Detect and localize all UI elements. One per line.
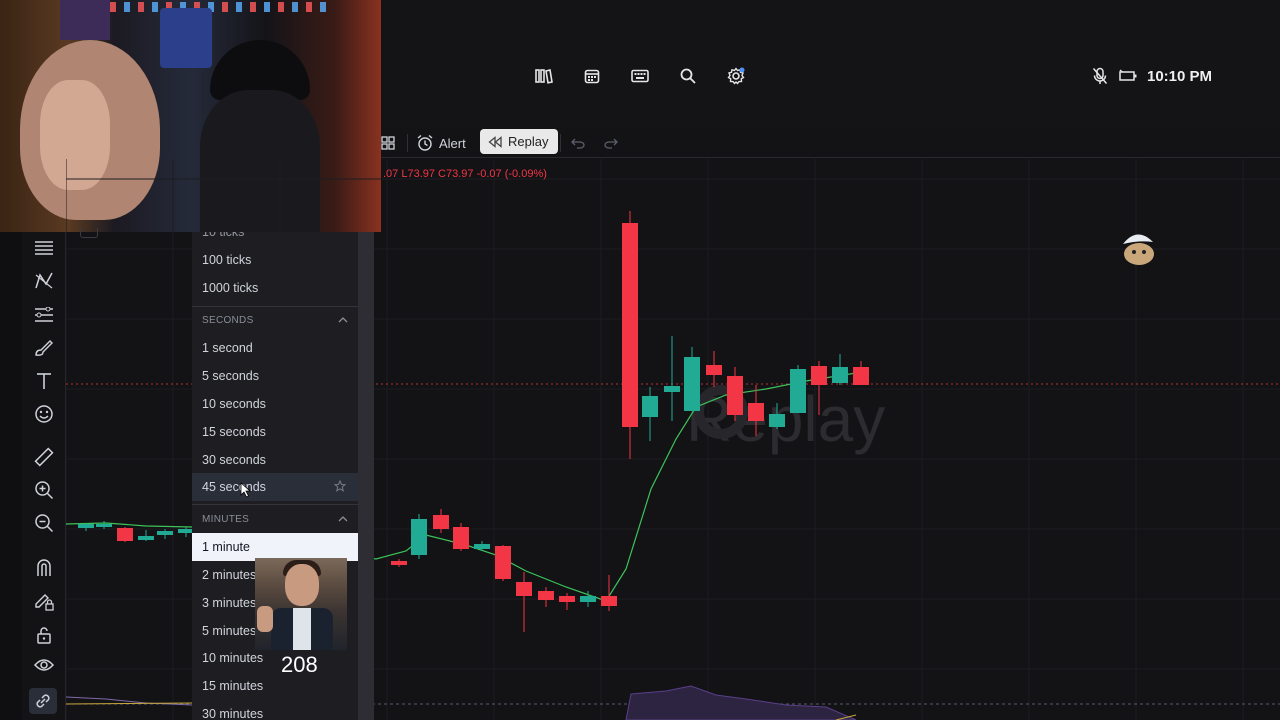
- candle-body: [559, 596, 575, 602]
- candle-body: [664, 386, 680, 392]
- candle-body: [96, 524, 112, 527]
- ruler-icon[interactable]: [31, 446, 57, 468]
- oscillator-area: [625, 685, 857, 720]
- zoom-out-icon[interactable]: [31, 512, 57, 534]
- interval-option-1-minute[interactable]: 1 minute: [192, 533, 358, 561]
- candle-body: [706, 365, 722, 375]
- interval-option-5-seconds[interactable]: 5 seconds: [192, 362, 358, 390]
- layout-grid-icon[interactable]: [381, 130, 395, 156]
- candle-body: [601, 596, 617, 606]
- candle-body: [811, 366, 827, 385]
- candle-body: [769, 414, 785, 427]
- link-icon[interactable]: [29, 688, 57, 714]
- interval-option-15-minutes[interactable]: 15 minutes: [192, 672, 358, 700]
- meme-overlay: [255, 558, 347, 650]
- candle-body: [538, 591, 554, 600]
- keyboard-icon[interactable]: [630, 66, 650, 86]
- alert-label: Alert: [439, 135, 466, 151]
- candle-body: [433, 515, 449, 529]
- candle-body: [495, 546, 511, 579]
- candle-body: [78, 524, 94, 528]
- mouse-cursor-icon: [240, 482, 252, 498]
- text-tool-icon[interactable]: [31, 370, 57, 392]
- candle-body: [684, 357, 700, 411]
- eye-icon[interactable]: [31, 654, 57, 676]
- settings-icon[interactable]: [726, 66, 746, 86]
- candle-body: [474, 544, 490, 549]
- dropdown-scrollbar[interactable]: [358, 232, 374, 720]
- search-icon[interactable]: [678, 66, 698, 86]
- sticker-icon: [1117, 230, 1157, 268]
- chevron-up-icon: [338, 514, 348, 525]
- interval-option-100-ticks[interactable]: 100 ticks: [192, 246, 358, 274]
- replay-label: Replay: [508, 134, 549, 149]
- mic-muted-icon[interactable]: [1090, 66, 1110, 86]
- library-icon[interactable]: [534, 66, 554, 86]
- candle-body: [727, 376, 743, 415]
- battery-icon: [1118, 66, 1138, 86]
- candle-body: [391, 561, 407, 565]
- star-icon[interactable]: [333, 479, 347, 495]
- system-clock: 10:10 PM: [1147, 68, 1213, 85]
- candle-body: [117, 528, 133, 541]
- interval-option-10-seconds[interactable]: 10 seconds: [192, 390, 358, 418]
- emoji-icon[interactable]: [31, 403, 57, 425]
- toolbar-corner-mark: [80, 228, 98, 238]
- alert-button[interactable]: Alert: [416, 130, 466, 156]
- rewind-icon: [488, 135, 502, 148]
- pencil-lock-icon[interactable]: [31, 590, 57, 612]
- replay-button[interactable]: Replay: [480, 129, 559, 154]
- lock-icon[interactable]: [31, 624, 57, 646]
- interval-option-45-seconds[interactable]: 45 seconds: [192, 473, 358, 501]
- seconds-section-header[interactable]: SECONDS: [192, 307, 358, 333]
- interval-option-1000-ticks[interactable]: 1000 ticks: [192, 274, 358, 302]
- candle-body: [748, 403, 764, 421]
- candle-body: [138, 536, 154, 540]
- magnet-icon[interactable]: [31, 557, 57, 579]
- redo-icon[interactable]: [604, 130, 618, 156]
- candle-body: [642, 396, 658, 417]
- interval-option-30-seconds[interactable]: 30 seconds: [192, 446, 358, 474]
- brush-icon[interactable]: [31, 337, 57, 359]
- candle-body: [453, 527, 469, 549]
- interval-option-1-second[interactable]: 1 second: [192, 334, 358, 362]
- candle-body: [790, 369, 806, 413]
- chevron-up-icon: [338, 315, 348, 326]
- menu-lines-icon[interactable]: [31, 237, 57, 259]
- candle-body: [622, 223, 638, 427]
- seconds-header-label: SECONDS: [202, 314, 254, 326]
- undo-icon[interactable]: [571, 130, 585, 156]
- ohlc-readout: .07 L73.97 C73.97 -0.07 (-0.09%): [383, 168, 547, 180]
- candle-body: [157, 531, 173, 535]
- calendar-icon[interactable]: [582, 66, 602, 86]
- minutes-section-header[interactable]: MINUTES: [192, 506, 358, 532]
- alarm-clock-icon: [416, 134, 434, 152]
- candle-body: [580, 596, 596, 602]
- interval-option-45-seconds-label: 45 seconds: [202, 480, 266, 494]
- zoom-in-icon[interactable]: [31, 479, 57, 501]
- interval-option-30-minutes[interactable]: 30 minutes: [192, 700, 358, 720]
- candle-body: [411, 519, 427, 555]
- left-edge-strip: [0, 232, 22, 720]
- interval-option-10-ticks[interactable]: 10 ticks: [192, 232, 358, 246]
- candle-body: [516, 582, 532, 596]
- screen: 10:10 PM Alert Replay Replay .07 L73.97 …: [0, 0, 1280, 720]
- minutes-header-label: MINUTES: [202, 513, 250, 525]
- candle-body: [853, 367, 869, 385]
- candle-body: [832, 367, 848, 383]
- fib-icon[interactable]: [31, 304, 57, 326]
- interval-option-15-seconds[interactable]: 15 seconds: [192, 418, 358, 446]
- overlay-counter: 208: [281, 652, 318, 677]
- top-bar: [381, 0, 1280, 128]
- pattern-icon[interactable]: [31, 270, 57, 292]
